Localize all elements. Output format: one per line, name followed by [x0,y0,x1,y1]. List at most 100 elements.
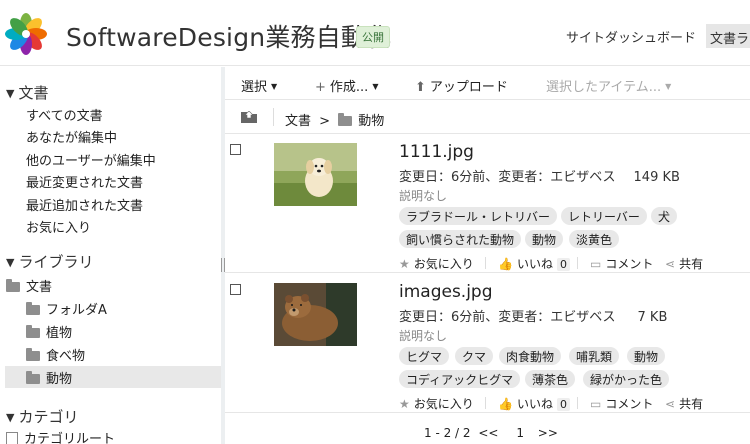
tree-item-animals[interactable]: 動物 [5,366,221,388]
folder-icon [6,278,20,292]
tag[interactable]: コディアックヒグマ [399,370,521,388]
category-icon [6,432,18,444]
collapse-triangle-icon: ▼ [6,411,15,424]
tag[interactable]: 動物 [627,347,666,365]
comment-action[interactable]: ▭ コメント [590,395,653,412]
site-dashboard-link[interactable]: サイトダッシュボード [566,27,696,46]
categories-section-title: カテゴリ [18,408,79,426]
next-page-button[interactable]: >> [538,426,558,440]
tag[interactable]: 動物 [525,230,564,248]
tree-item-label: 植物 [46,326,73,341]
tag[interactable]: レトリーバー [561,207,647,225]
file-size: 7 KB [637,310,668,325]
tag[interactable]: 淡黄色 [569,230,620,248]
favorite-label: お気に入り [413,257,474,271]
select-label: 選択 [241,80,268,95]
document-library-tab[interactable]: 文書ライブラリ [706,24,750,48]
share-icon: ⋖ [665,257,676,271]
tree-item-category-root[interactable]: カテゴリルート [6,428,222,444]
breadcrumb-current: 動物 [358,114,385,129]
library-section-header[interactable]: ▼ ライブラリ [6,251,93,272]
modified-info: 変更日：6分前、変更者：エビザベス [399,170,616,185]
document-name-link[interactable]: images.jpg [399,282,493,302]
action-separator [485,257,486,269]
like-action[interactable]: 👍 いいね 0 [498,255,570,272]
comment-action[interactable]: ▭ コメント [590,255,653,272]
upload-button[interactable]: ⬆ アップロード [415,76,508,95]
share-action[interactable]: ⋖ 共有 [665,395,703,412]
document-thumbnail[interactable] [274,143,357,206]
previous-page-button[interactable]: << [478,426,498,440]
breadcrumb-root-link[interactable]: 文書 [285,114,311,129]
favorite-label: お気に入り [413,397,474,411]
tag[interactable]: 犬 [651,207,678,225]
like-action[interactable]: 👍 いいね 0 [498,395,570,412]
collapse-triangle-icon: ▼ [6,256,15,269]
caret-down-icon: ▼ [372,82,379,91]
share-icon: ⋖ [665,397,676,411]
tag[interactable]: 肉食動物 [499,347,562,365]
breadcrumb: 文書 > 動物 [285,110,384,129]
comment-label: コメント [605,257,654,271]
nav-recently-modified[interactable]: 最近変更された文書 [26,172,143,191]
tree-item-label: カテゴリルート [24,432,116,444]
library-section-title: ライブラリ [18,253,94,271]
select-checkbox[interactable] [230,144,241,155]
tree-item-plants[interactable]: 植物 [26,322,242,344]
share-label: 共有 [679,257,704,271]
select-menu-button[interactable]: 選択 ▼ [241,76,277,95]
tag[interactable]: ラブラドール・レトリバー [399,207,558,225]
breadcrumb-bar: 文書 > 動物 [225,100,750,134]
document-meta: 変更日：6分前、変更者：エビザベス 7 KB [399,306,667,325]
folder-icon [26,324,40,338]
tag[interactable]: 緑がかった色 [583,370,670,388]
documents-section-header[interactable]: ▼ 文書 [6,82,48,103]
tree-item-documents-root[interactable]: 文書 [6,276,222,298]
document-row: 1111.jpg 変更日：6分前、変更者：エビザベス 149 KB 説明なし ラブ… [225,135,750,273]
tag[interactable]: 薄茶色 [525,370,576,388]
page-number[interactable]: 1 [516,426,524,440]
parent-folder-icon[interactable] [241,111,257,123]
tag[interactable]: 哺乳類 [569,347,620,365]
star-icon: ★ [399,397,410,411]
favorite-action[interactable]: ★ お気に入り [399,395,474,412]
select-checkbox[interactable] [230,284,241,295]
share-action[interactable]: ⋖ 共有 [665,255,703,272]
tree-item-folder-a[interactable]: フォルダA [26,299,242,321]
create-menu-button[interactable]: + 作成... ▼ [315,76,378,95]
categories-section-header[interactable]: ▼ カテゴリ [6,406,78,427]
tag[interactable]: クマ [455,347,494,365]
nav-favorites[interactable]: お気に入り [26,217,91,236]
like-count: 0 [556,258,570,271]
upload-label: アップロード [429,80,508,95]
favorite-action[interactable]: ★ お気に入り [399,255,474,272]
folder-icon [26,347,40,361]
pagination: 1 - 2 / 2 << 1 >> [424,426,562,440]
document-thumbnail[interactable] [274,283,357,346]
toolbar: 選択 ▼ + 作成... ▼ ⬆ アップロード 選択したアイテム... ▼ [225,67,750,100]
tag[interactable]: ヒグマ [399,347,450,365]
modified-info: 変更日：6分前、変更者：エビザベス [399,310,616,325]
thumbs-up-icon: 👍 [498,257,513,271]
selected-items-label: 選択したアイテム... [546,80,662,95]
comment-icon: ▭ [590,257,602,271]
folder-icon [338,112,353,126]
nav-recently-added[interactable]: 最近追加された文書 [26,195,143,214]
site-title: SoftwareDesign業務自動化 [66,23,392,52]
breadcrumb-separator: > [319,114,331,129]
breadcrumb-divider [273,108,274,126]
alfresco-logo-icon[interactable] [4,12,48,56]
nav-editing-by-others[interactable]: 他のユーザーが編集中 [26,150,156,169]
thumbs-up-icon: 👍 [498,397,513,411]
share-label: 共有 [679,397,704,411]
document-name-link[interactable]: 1111.jpg [399,142,474,162]
tag[interactable]: 飼い慣らされた動物 [399,230,522,248]
document-meta: 変更日：6分前、変更者：エビザベス 149 KB [399,166,680,185]
plus-icon: + [315,80,326,95]
selected-items-menu[interactable]: 選択したアイテム... ▼ [546,76,671,95]
sidebar: ▼ 文書 すべての文書 あなたが編集中 他のユーザーが編集中 最近変更された文書 … [0,67,221,444]
upload-icon: ⬆ [415,80,426,95]
tree-item-food[interactable]: 食べ物 [26,345,242,367]
nav-editing-by-me[interactable]: あなたが編集中 [26,127,117,146]
nav-all-documents[interactable]: すべての文書 [26,105,103,124]
